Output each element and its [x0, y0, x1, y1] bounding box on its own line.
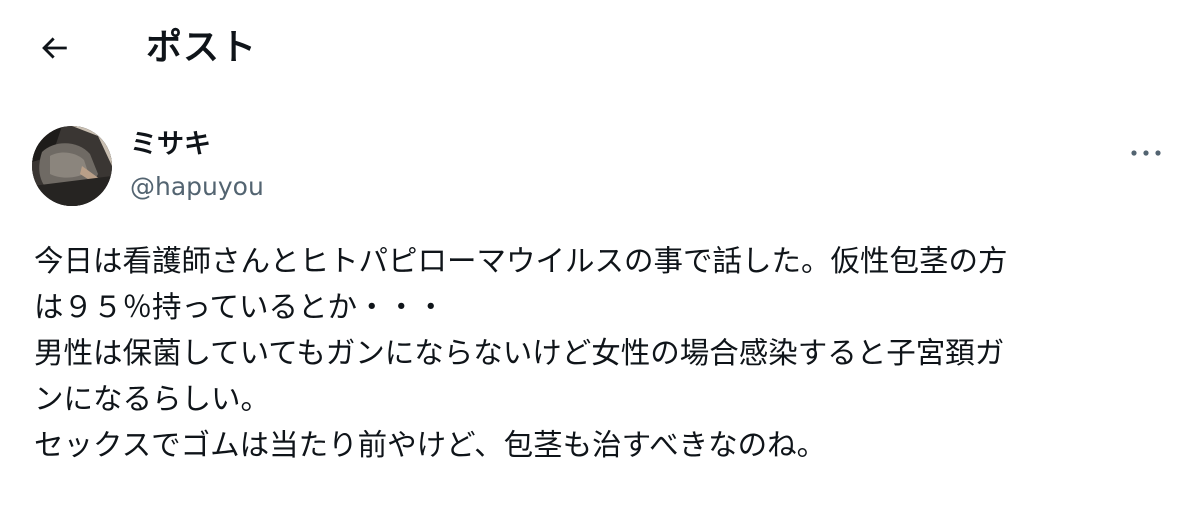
more-options-button[interactable]	[1122, 132, 1170, 172]
more-horizontal-icon	[1130, 143, 1162, 162]
post-text-line: 男性は保菌していてもガンにならないけど女性の場合感染すると子宮頚ガ	[34, 336, 1005, 370]
post-text-line: は９５％持っているとか・・・	[34, 290, 446, 324]
top-bar: ポスト	[0, 0, 1194, 98]
post-text-line: セックスでゴムは当たり前やけど、包茎も治すべきなのね。	[34, 428, 827, 462]
arrow-left-icon	[37, 31, 71, 69]
back-button[interactable]	[26, 22, 82, 78]
post-text-line: ンになるらしい。	[34, 382, 271, 416]
post-text-line: 今日は看護師さんとヒトパピローマウイルスの事で話した。仮性包茎の方	[34, 244, 1008, 278]
author-display-name[interactable]: ミサキ	[130, 128, 211, 162]
page-title: ポスト	[146, 27, 258, 68]
author-handle[interactable]: @hapuyou	[130, 170, 264, 204]
post-text: 今日は看護師さんとヒトパピローマウイルスの事で話した。仮性包茎の方 は９５％持っ…	[34, 238, 1174, 468]
avatar[interactable]	[32, 126, 112, 206]
